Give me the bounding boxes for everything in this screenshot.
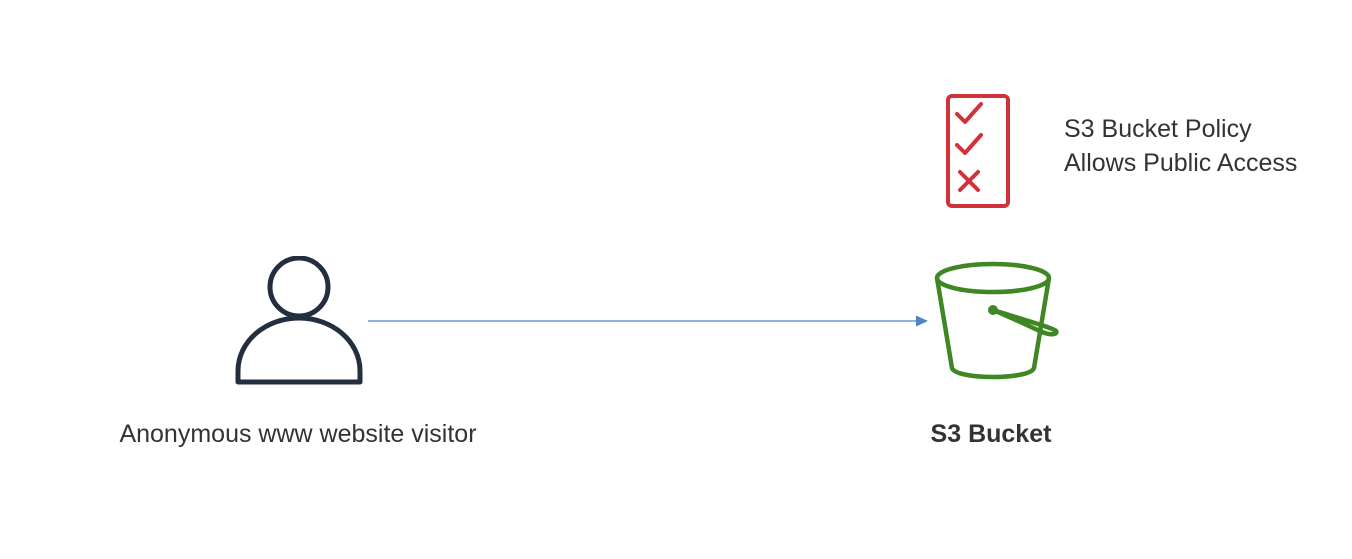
policy-description: S3 Bucket Policy Allows Public Access (1064, 112, 1297, 180)
policy-line-1: S3 Bucket Policy (1064, 115, 1252, 143)
bucket-label: S3 Bucket (930, 420, 1052, 448)
request-arrow (368, 315, 928, 327)
user-icon (235, 256, 363, 385)
check-icon (955, 133, 983, 155)
check-icon (955, 102, 983, 124)
bucket-icon (934, 261, 1059, 380)
policy-line-2: Allows Public Access (1064, 149, 1298, 177)
checklist-icon (946, 94, 1010, 208)
visitor-label: Anonymous www website visitor (119, 420, 477, 448)
